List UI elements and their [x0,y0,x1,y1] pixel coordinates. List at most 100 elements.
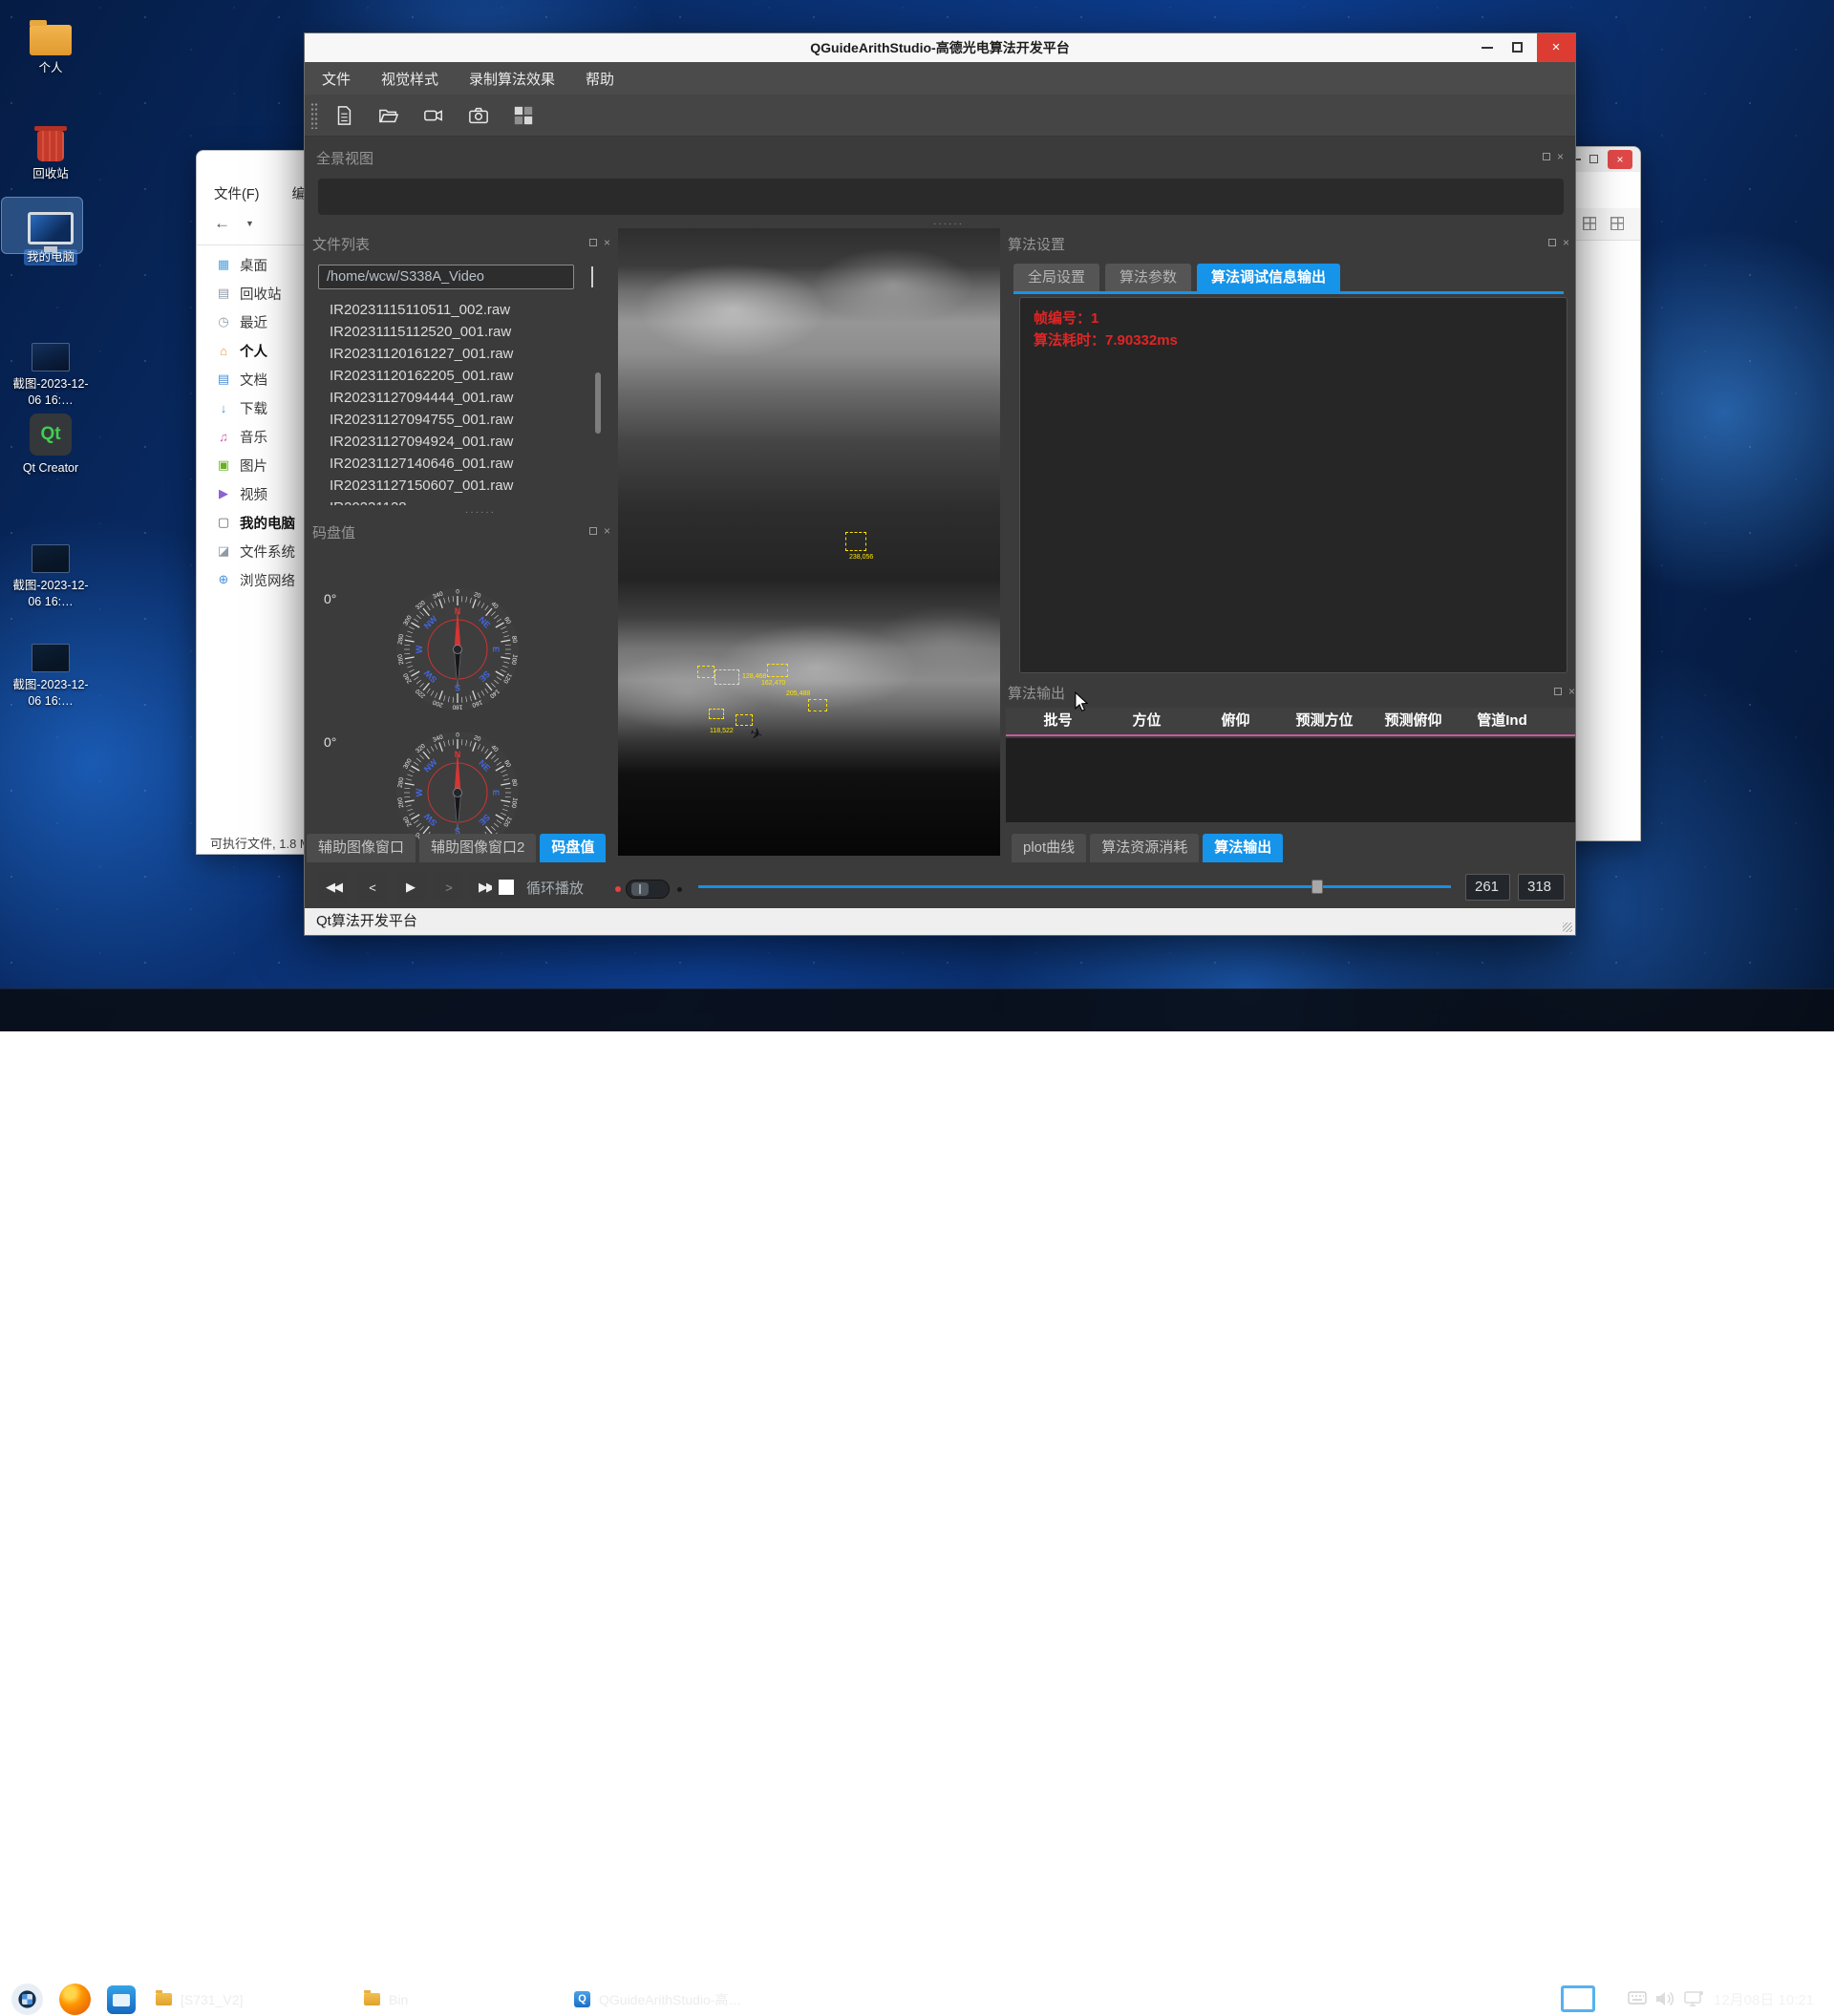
taskbar-item-bin[interactable]: Bin [352,1983,541,2016]
next-frame-button[interactable]: > [433,872,463,902]
float-panel-icon[interactable] [1543,153,1550,160]
result-tab[interactable]: 算法输出 [1203,834,1283,862]
item-label: 个人 [240,341,267,361]
output-table-body[interactable] [1006,738,1575,822]
total-frames-field[interactable]: 318 [1518,874,1565,901]
resize-grip[interactable] [1563,923,1572,932]
close-panel-icon[interactable]: × [1557,152,1564,161]
dial-panel-title: 码盘值 [312,522,355,542]
file-list-scrollbar[interactable] [595,372,601,434]
settings-tab[interactable]: 全局设置 [1013,264,1099,291]
column-header: 预测方位 [1280,708,1369,734]
maximize-icon[interactable] [1589,155,1598,163]
raw-file-item[interactable]: IR20231128… [309,497,595,505]
frame-slider-handle[interactable] [1312,880,1323,894]
firefox-icon[interactable] [59,1984,91,2015]
close-panel-icon[interactable]: × [604,526,610,536]
raw-file-item[interactable]: IR20231115110511_002.raw [309,299,595,321]
playback-toggle-switch[interactable] [626,880,670,899]
desktop-icon-screenshot-2[interactable]: 截图-2023-12-06 16:… [10,531,92,610]
raw-file-item[interactable]: IR20231127140646_001.raw [309,453,595,475]
prev-frame-button[interactable]: < [356,872,387,902]
svg-text:180: 180 [452,704,462,711]
table-view-icon[interactable] [1610,217,1624,230]
menu-item[interactable]: 录制算法效果 [469,69,555,89]
aux-tab[interactable]: 辅助图像窗口 [307,834,416,862]
raw-file-list: IR20231115110511_002.rawIR20231115112520… [309,299,595,505]
record-video-button[interactable] [419,101,448,130]
close-panel-icon[interactable]: × [1563,238,1569,247]
float-panel-icon[interactable] [1548,239,1556,246]
close-panel-icon[interactable]: × [1568,687,1575,696]
raw-file-item[interactable]: IR20231127094755_001.raw [309,409,595,431]
desktop-icon-my-computer[interactable]: 我的电脑 [10,202,92,265]
result-tab[interactable]: 算法资源消耗 [1090,834,1199,862]
icon-label: 个人 [10,60,92,76]
settings-tab[interactable]: 算法调试信息输出 [1197,264,1340,291]
float-panel-icon[interactable] [1554,688,1562,695]
raw-file-item[interactable]: IR20231120162205_001.raw [309,365,595,387]
desktop-icon-personal[interactable]: 个人 [10,13,92,76]
play-button[interactable]: ▶ [395,872,425,902]
menu-item[interactable]: 帮助 [586,69,614,89]
aux-tab[interactable]: 码盘值 [540,834,606,862]
taskbar-clock[interactable]: 12月08日 10:21 [1714,1989,1814,2009]
aux-window-tabs: 辅助图像窗口辅助图像窗口2码盘值 [307,834,606,862]
toolbar-drag-handle[interactable] [310,102,318,129]
close-button[interactable]: × [1608,150,1632,169]
icon-label: 截图-2023-12-06 16:… [10,376,92,409]
ir-image-view[interactable]: 238,056128,468162,470205,488118,522✈ [618,228,1000,856]
menu-item[interactable]: 文件 [322,69,351,89]
aircraft-silhouette: ✈ [747,723,765,745]
settings-tab[interactable]: 算法参数 [1105,264,1191,291]
close-panel-icon[interactable]: × [604,238,610,247]
desktop-icon-screenshot-1[interactable]: 截图-2023-12-06 16:… [10,329,92,409]
maximize-icon[interactable] [1512,42,1523,53]
video-path-input[interactable]: /home/wcw/S338A_Video [318,265,574,289]
input-method-icon[interactable] [1561,1985,1595,2012]
file-manager-icon[interactable] [107,1985,136,2014]
show-desktop-divider[interactable] [1811,1988,1812,2011]
folder-icon [30,25,72,55]
stop-button[interactable] [492,873,521,902]
layout-grid-button[interactable] [509,101,538,130]
frame-slider-track[interactable] [698,885,1451,888]
float-panel-icon[interactable] [589,239,597,246]
aux-tab[interactable]: 辅助图像窗口2 [419,834,536,862]
target-box [697,666,714,678]
raw-file-item[interactable]: IR20231127094444_001.raw [309,387,595,409]
chevron-down-icon[interactable]: ▼ [245,219,254,228]
taskbar-item-s731[interactable]: [S731_V2] [143,1983,332,2016]
back-icon[interactable]: ← [214,214,230,233]
algorithm-settings-panel: 算法设置 × 全局设置算法参数算法调试信息输出 帧编号：1 算法耗时：7.903… [1002,234,1575,681]
current-frame-field[interactable]: 261 [1465,874,1510,901]
result-tab[interactable]: plot曲线 [1012,834,1086,862]
close-button[interactable]: × [1537,33,1575,62]
item-label: 回收站 [240,284,282,304]
minimize-icon[interactable] [1482,47,1493,49]
speaker-icon[interactable] [1654,1990,1675,2007]
svg-text:0: 0 [456,589,459,596]
target-box [767,664,788,677]
launcher-icon[interactable] [11,1984,43,2015]
raw-file-item[interactable]: IR20231115112520_001.raw [309,321,595,343]
panorama-strip[interactable] [318,179,1564,215]
network-icon[interactable] [1683,1990,1704,2007]
open-folder-button[interactable] [374,101,403,130]
desktop-icon-recycle-bin[interactable]: 回收站 [10,119,92,182]
desktop-icon-screenshot-3[interactable]: 截图-2023-12-06 16:… [10,630,92,710]
raw-file-item[interactable]: IR20231127150607_001.raw [309,475,595,497]
grid-view-icon[interactable] [1583,217,1596,230]
menu-item[interactable]: 文件(F) [214,183,260,203]
raw-file-item[interactable]: IR20231120161227_001.raw [309,343,595,365]
svg-text:E: E [491,647,501,652]
raw-file-item[interactable]: IR20231127094924_001.raw [309,431,595,453]
rewind-button[interactable]: ◀◀ [318,872,349,902]
desktop-icon-qt-creator[interactable]: Qt Qt Creator [10,414,92,477]
menu-item[interactable]: 视觉样式 [381,69,438,89]
snapshot-button[interactable] [464,101,493,130]
taskbar-item-qguide[interactable]: Q QGuideArithStudio-高… [562,1983,764,2016]
float-panel-icon[interactable] [589,527,597,535]
new-document-button[interactable] [330,101,358,130]
keyboard-icon[interactable] [1628,1990,1647,2005]
